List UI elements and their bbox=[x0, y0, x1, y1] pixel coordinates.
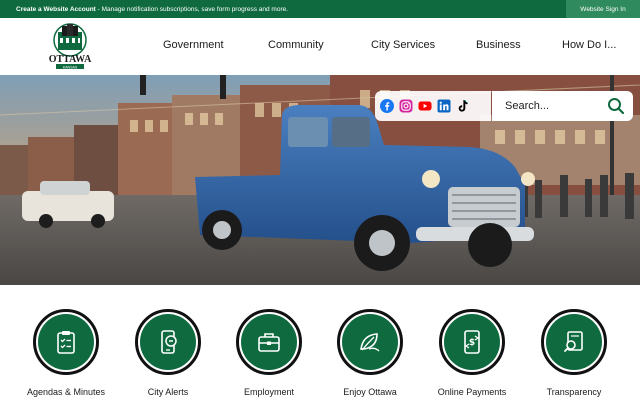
document-search-icon bbox=[564, 331, 583, 352]
nav-business[interactable]: Business bbox=[476, 39, 521, 51]
nav-government[interactable]: Government bbox=[163, 39, 224, 51]
nav-how-do-i[interactable]: How Do I... bbox=[562, 39, 616, 51]
quick-link-label: Online Payments bbox=[437, 387, 507, 397]
linkedin-icon[interactable] bbox=[436, 99, 451, 114]
top-utility-bar: Create a Website Account - Manage notifi… bbox=[0, 0, 640, 18]
briefcase-icon bbox=[258, 333, 280, 352]
quick-links: Agendas & Minutes City Alerts Employment bbox=[0, 285, 640, 400]
tiktok-icon[interactable] bbox=[455, 99, 470, 114]
instagram-icon[interactable] bbox=[398, 99, 413, 114]
payment-phone-icon: $ bbox=[464, 330, 480, 354]
website-sign-in-button[interactable]: Website Sign In bbox=[566, 0, 640, 18]
create-account-link[interactable]: Create a Website Account bbox=[16, 6, 96, 13]
quick-link-label: City Alerts bbox=[147, 387, 189, 397]
alert-phone-icon bbox=[161, 330, 177, 354]
quick-link-enjoy-ottawa[interactable]: Enjoy Ottawa bbox=[320, 309, 420, 397]
search-input[interactable] bbox=[505, 100, 605, 112]
quick-link-city-alerts[interactable]: City Alerts bbox=[118, 309, 218, 397]
quick-link-online-payments[interactable]: $ Online Payments bbox=[422, 309, 522, 397]
facebook-icon[interactable] bbox=[379, 99, 394, 114]
svg-text:$: $ bbox=[469, 338, 475, 348]
quick-link-label: Transparency bbox=[546, 387, 602, 397]
search-icon[interactable] bbox=[607, 97, 625, 115]
main-navigation: Government Community City Services Busin… bbox=[0, 18, 640, 75]
create-account-message[interactable]: Create a Website Account - Manage notifi… bbox=[0, 6, 288, 13]
quick-link-agendas-minutes[interactable]: Agendas & Minutes bbox=[16, 309, 116, 397]
quick-link-transparency[interactable]: Transparency bbox=[524, 309, 624, 397]
nav-community[interactable]: Community bbox=[268, 39, 324, 51]
nav-city-services[interactable]: City Services bbox=[371, 39, 435, 51]
social-media-bar bbox=[375, 91, 491, 121]
quick-link-label: Agendas & Minutes bbox=[26, 387, 106, 397]
clipboard-icon bbox=[57, 331, 75, 354]
site-search bbox=[492, 91, 633, 121]
quick-link-label: Employment bbox=[243, 387, 295, 397]
leaf-icon bbox=[360, 333, 380, 352]
create-account-description: - Manage notification subscriptions, sav… bbox=[95, 5, 289, 13]
youtube-icon[interactable] bbox=[417, 99, 432, 114]
quick-link-employment[interactable]: Employment bbox=[219, 309, 319, 397]
quick-link-label: Enjoy Ottawa bbox=[343, 387, 397, 397]
site-header: OTTAWA KANSAS Government Community City … bbox=[0, 18, 640, 75]
